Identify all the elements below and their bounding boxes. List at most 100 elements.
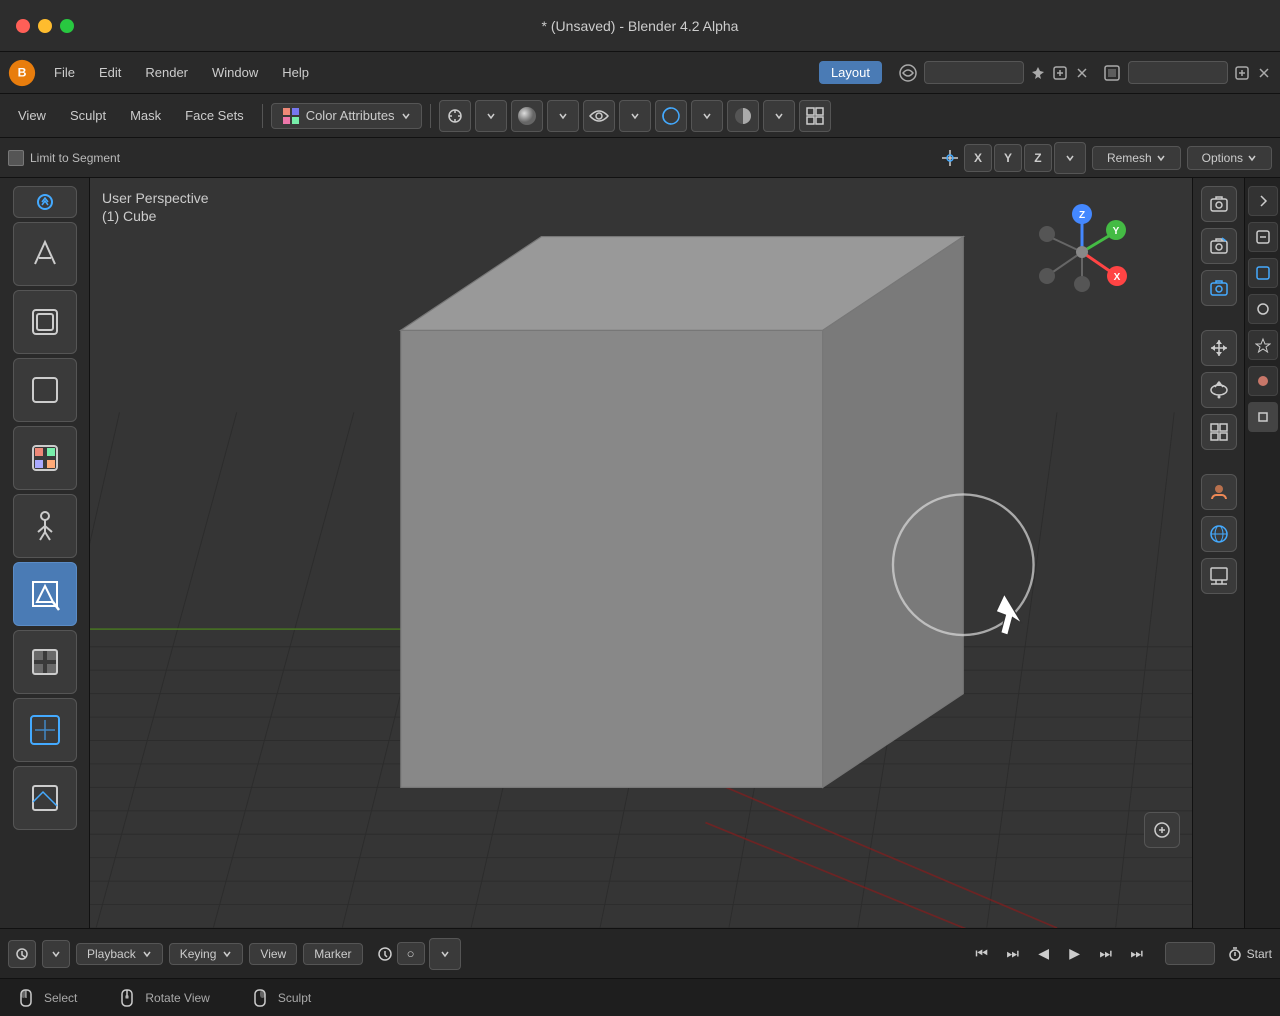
view-layer-props-btn[interactable] — [1248, 294, 1278, 324]
timecode-section — [377, 938, 461, 970]
sculpt-menu-mask[interactable]: Mask — [120, 104, 171, 127]
symmetry-icon — [938, 146, 962, 170]
menu-bar: B File Edit Render Window Help Layout Sc… — [0, 52, 1280, 94]
paint-material-btn[interactable] — [1201, 474, 1237, 510]
chevron-down-btn[interactable] — [475, 100, 507, 132]
sculpt-menu-facesets[interactable]: Face Sets — [175, 104, 254, 127]
sculpt-menu-view[interactable]: View — [8, 104, 56, 127]
scene-section: Scene — [898, 61, 1090, 84]
viewport[interactable]: User Perspective (1) Cube Z X Y — [90, 178, 1192, 928]
pin-icon[interactable] — [1030, 65, 1046, 81]
maximize-button[interactable] — [60, 19, 74, 33]
overlays-chevron-btn[interactable] — [691, 100, 723, 132]
collapse-toggle[interactable] — [1248, 186, 1278, 216]
step-back-btn[interactable]: ◀ — [1030, 940, 1058, 968]
menu-file[interactable]: File — [44, 61, 85, 84]
scene-props-btn[interactable] — [1248, 330, 1278, 360]
zoom-button[interactable] — [1144, 812, 1180, 848]
grid-view-btn[interactable] — [1201, 414, 1237, 450]
viewport-shading-btn[interactable] — [727, 100, 759, 132]
render-btn-3[interactable] — [1201, 270, 1237, 306]
render-camera-btn[interactable] — [1201, 186, 1237, 222]
object-props-btn[interactable] — [1248, 402, 1278, 432]
timer-icon — [1227, 946, 1243, 962]
status-select: Select — [16, 988, 77, 1008]
brush-size-btn[interactable] — [439, 100, 471, 132]
options-button[interactable]: Options — [1187, 146, 1272, 170]
output-props-btn[interactable] — [1248, 258, 1278, 288]
transport-controls: ⏮ ⏭ ◀ ▶ ⏭ ⏭ — [968, 940, 1151, 968]
timeline-dropdown-btn[interactable] — [42, 940, 70, 968]
playback-menu[interactable]: Playback — [76, 943, 163, 965]
svg-text:Z: Z — [1079, 210, 1085, 221]
sphere-chevron-btn[interactable] — [547, 100, 579, 132]
options-label: Options — [1202, 151, 1243, 165]
tool-draw[interactable] — [13, 222, 77, 286]
current-frame-display[interactable] — [397, 942, 425, 965]
window-controls[interactable] — [16, 19, 74, 33]
frame-number-input[interactable]: 1 — [1165, 942, 1215, 965]
axis-y-btn[interactable]: Y — [994, 144, 1022, 172]
step-forward-btn[interactable]: ⏭ — [1092, 940, 1120, 968]
tool-face-set[interactable] — [13, 698, 77, 762]
tab-layout[interactable]: Layout — [819, 61, 882, 84]
tool-smooth[interactable] — [13, 290, 77, 354]
new-scene-icon[interactable] — [1052, 65, 1068, 81]
scene-input[interactable]: Scene — [924, 61, 1024, 84]
color-attr-icon — [282, 107, 300, 125]
menu-help[interactable]: Help — [272, 61, 319, 84]
view-layer-input[interactable]: ViewLayer — [1128, 61, 1228, 84]
shading-chevron-btn[interactable] — [763, 100, 795, 132]
render-btn-2[interactable] — [1201, 228, 1237, 264]
world-btn[interactable] — [1201, 516, 1237, 552]
play-btn[interactable]: ▶ — [1061, 940, 1089, 968]
jump-start-btn[interactable]: ⏮ — [968, 940, 996, 968]
overlays-btn[interactable] — [655, 100, 687, 132]
camera-dolly-btn[interactable] — [1201, 372, 1237, 408]
remesh-button[interactable]: Remesh — [1092, 146, 1181, 170]
view-menu[interactable]: View — [249, 943, 297, 965]
axis-z-btn[interactable]: Z — [1024, 144, 1052, 172]
tool-flatten[interactable] — [13, 358, 77, 422]
render-props-btn[interactable] — [1248, 222, 1278, 252]
keying-label: Keying — [180, 947, 217, 961]
axis-x-btn[interactable]: X — [964, 144, 992, 172]
start-label: Start — [1247, 947, 1272, 961]
tool-pose[interactable] — [13, 494, 77, 558]
divider-1 — [262, 104, 263, 128]
close-button[interactable] — [16, 19, 30, 33]
blender-logo-icon[interactable]: B — [8, 59, 36, 87]
jump-end-btn[interactable]: ⏭ — [1123, 940, 1151, 968]
menu-render[interactable]: Render — [135, 61, 198, 84]
close-view-layer-icon[interactable] — [1256, 65, 1272, 81]
editor-type-btn[interactable] — [799, 100, 831, 132]
marker-menu[interactable]: Marker — [303, 943, 362, 965]
sculpt-menu-sculpt[interactable]: Sculpt — [60, 104, 116, 127]
prev-keyframe-btn[interactable]: ⏭ — [999, 940, 1027, 968]
main-area: User Perspective (1) Cube Z X Y — [0, 178, 1280, 928]
visibility-btn[interactable] — [583, 100, 615, 132]
color-attributes-button[interactable]: Color Attributes — [271, 103, 422, 129]
keying-menu[interactable]: Keying — [169, 943, 244, 965]
menu-window[interactable]: Window — [202, 61, 268, 84]
render-output-btn[interactable] — [1201, 558, 1237, 594]
timecode-dropdown-btn[interactable] — [429, 938, 461, 970]
new-view-layer-icon[interactable] — [1234, 65, 1250, 81]
status-rotate-label: Rotate View — [145, 991, 209, 1005]
tool-scroll-up[interactable] — [13, 186, 77, 218]
move-tool-btn[interactable] — [1201, 330, 1237, 366]
tool-active[interactable] — [13, 562, 77, 626]
sphere-shade-btn[interactable] — [511, 100, 543, 132]
timeline-type-btn[interactable] — [8, 940, 36, 968]
limit-to-segment-checkbox[interactable] — [8, 150, 24, 166]
close-scene-icon[interactable] — [1074, 65, 1090, 81]
minimize-button[interactable] — [38, 19, 52, 33]
eye-chevron-btn[interactable] — [619, 100, 651, 132]
tool-trim[interactable] — [13, 766, 77, 830]
world-props-btn[interactable] — [1248, 366, 1278, 396]
gizmo[interactable]: Z X Y — [1032, 202, 1132, 302]
tool-color[interactable] — [13, 426, 77, 490]
tool-mask[interactable] — [13, 630, 77, 694]
menu-edit[interactable]: Edit — [89, 61, 131, 84]
axis-expand-btn[interactable] — [1054, 142, 1086, 174]
